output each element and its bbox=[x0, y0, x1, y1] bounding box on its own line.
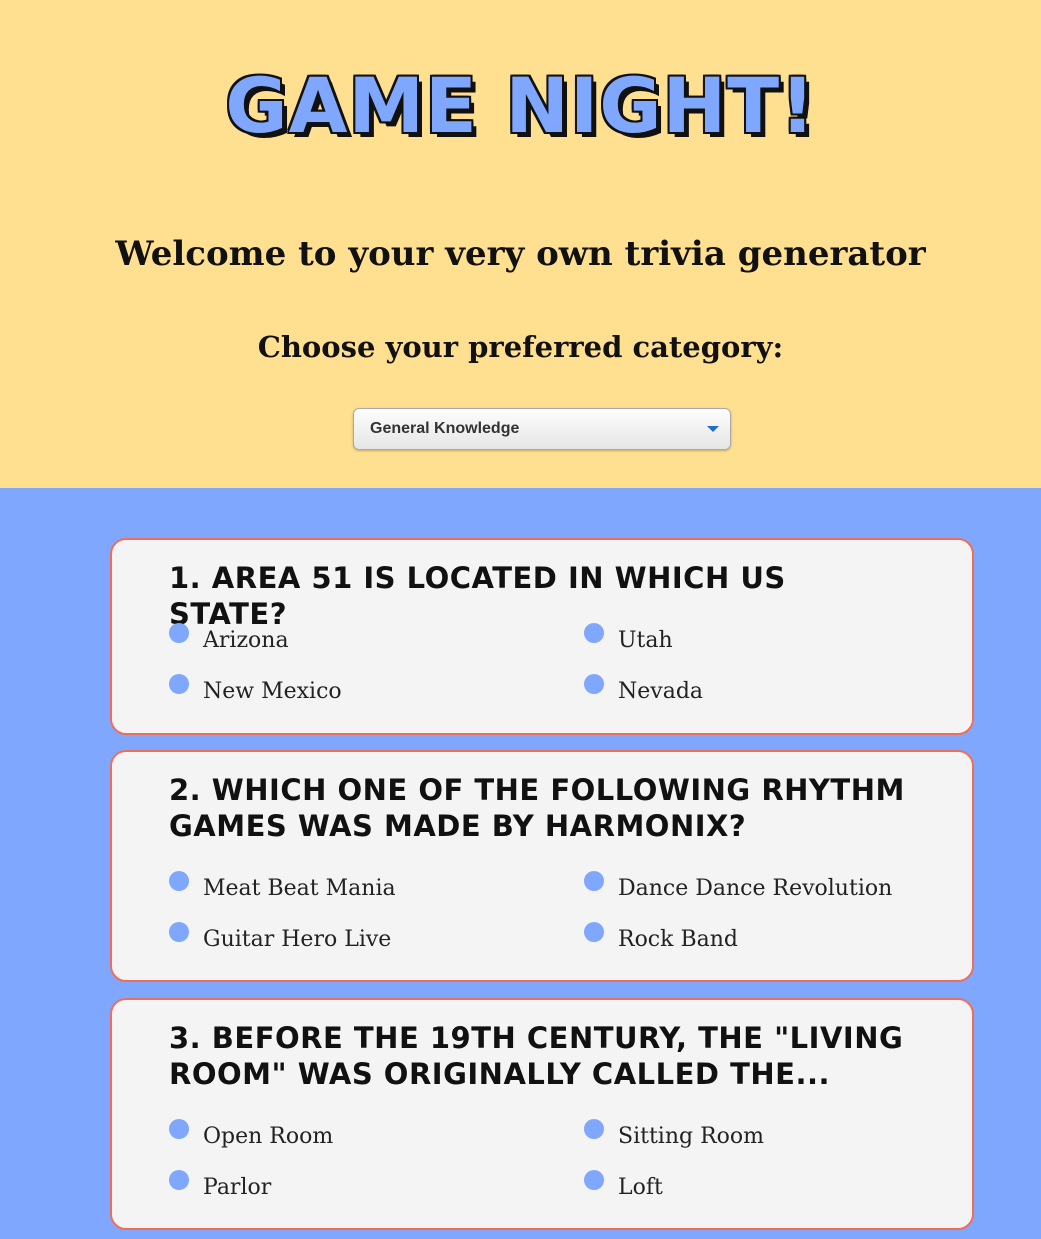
answer-label: Loft bbox=[618, 1175, 663, 1200]
answer-label: Guitar Hero Live bbox=[203, 927, 392, 952]
question-text: 2. Which one of the following rhythm gam… bbox=[169, 773, 905, 843]
answer-option[interactable]: Dance Dance Revolution bbox=[584, 871, 893, 903]
question-card: 1. Area 51 is located in which US state?… bbox=[110, 538, 974, 735]
radio-dot-icon bbox=[584, 674, 604, 694]
radio-dot-icon bbox=[169, 922, 189, 942]
answer-label: Sitting Room bbox=[618, 1124, 764, 1149]
answer-label: Nevada bbox=[618, 679, 704, 704]
answer-option[interactable]: Loft bbox=[584, 1170, 663, 1202]
category-select-value: General Knowledge bbox=[370, 420, 520, 437]
answer-label: Open Room bbox=[203, 1124, 334, 1149]
answer-label: Arizona bbox=[203, 628, 289, 653]
answer-option[interactable]: New Mexico bbox=[169, 674, 342, 706]
answer-label: Rock Band bbox=[618, 927, 738, 952]
radio-dot-icon bbox=[584, 1170, 604, 1190]
category-select[interactable]: General Knowledge bbox=[353, 408, 731, 450]
radio-dot-icon bbox=[584, 623, 604, 643]
answer-option[interactable]: Sitting Room bbox=[584, 1119, 764, 1151]
radio-dot-icon bbox=[169, 674, 189, 694]
answer-label: Dance Dance Revolution bbox=[618, 876, 893, 901]
radio-dot-icon bbox=[169, 871, 189, 891]
answer-option[interactable]: Nevada bbox=[584, 674, 704, 706]
page-title: GAME NIGHT! bbox=[225, 61, 816, 150]
question-card: 3. Before the 19th century, the "Living … bbox=[110, 998, 974, 1230]
question-text: 3. Before the 19th century, the "Living … bbox=[169, 1021, 904, 1091]
answer-label: Parlor bbox=[203, 1175, 272, 1200]
radio-dot-icon bbox=[584, 871, 604, 891]
header: GAME NIGHT! Welcome to your very own tri… bbox=[0, 0, 1041, 488]
radio-dot-icon bbox=[584, 1119, 604, 1139]
question-text: 1. Area 51 is located in which US state? bbox=[169, 561, 786, 631]
answer-option[interactable]: Rock Band bbox=[584, 922, 738, 954]
answer-option[interactable]: Meat Beat Mania bbox=[169, 871, 396, 903]
radio-dot-icon bbox=[169, 1170, 189, 1190]
radio-dot-icon bbox=[169, 1119, 189, 1139]
chevron-down-icon bbox=[707, 426, 719, 432]
radio-dot-icon bbox=[584, 922, 604, 942]
question-card: 2. Which one of the following rhythm gam… bbox=[110, 750, 974, 982]
answer-label: Utah bbox=[618, 628, 673, 653]
answer-option[interactable]: Arizona bbox=[169, 623, 289, 655]
answer-option[interactable]: Utah bbox=[584, 623, 673, 655]
answer-option[interactable]: Open Room bbox=[169, 1119, 334, 1151]
radio-dot-icon bbox=[169, 623, 189, 643]
answer-label: New Mexico bbox=[203, 679, 342, 704]
answer-option[interactable]: Guitar Hero Live bbox=[169, 922, 392, 954]
category-prompt: Choose your preferred category: bbox=[257, 330, 784, 364]
welcome-heading: Welcome to your very own trivia generato… bbox=[115, 234, 926, 274]
answer-label: Meat Beat Mania bbox=[203, 876, 396, 901]
answer-option[interactable]: Parlor bbox=[169, 1170, 272, 1202]
